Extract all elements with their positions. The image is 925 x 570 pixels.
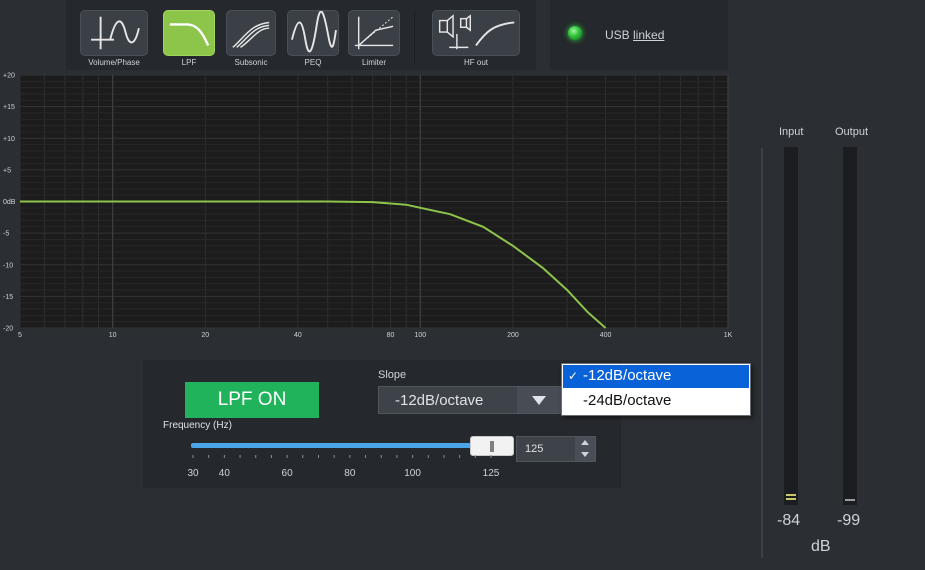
frequency-slider-handle[interactable] — [470, 436, 514, 456]
limiter-button[interactable] — [348, 10, 400, 56]
frequency-response-graph: +20 +15 +10 +5 0dB -5 -10 -15 -20 5 10 20 40 80 100 20… — [3, 73, 733, 340]
slope-dropdown-button[interactable] — [517, 387, 561, 413]
graph-y-axis: +20 +15 +10 +5 0dB -5 -10 -15 -20 — [3, 73, 16, 333]
y-tick-label: +20 — [3, 73, 15, 80]
slope-option-text: -12dB/octave — [583, 367, 672, 384]
lpf-curve-icon — [169, 23, 210, 46]
slider-tick-label: 30 — [187, 468, 199, 479]
lpf-button[interactable] — [163, 10, 215, 56]
y-tick-label: 0dB — [3, 199, 16, 206]
volume-phase-button[interactable] — [80, 10, 148, 56]
input-level-meter — [784, 147, 798, 505]
y-tick-label: +5 — [3, 167, 11, 174]
output-level-meter — [843, 147, 857, 505]
output-level-value: -99 — [837, 512, 861, 529]
grip-icon — [490, 441, 494, 452]
meter-divider — [761, 148, 763, 558]
y-tick-label: +15 — [3, 104, 15, 111]
input-level-indicator — [786, 498, 796, 500]
frequency-increment-button[interactable] — [575, 437, 595, 449]
slider-tick-label: 40 — [219, 468, 231, 479]
slider-tick-label: 125 — [483, 468, 500, 479]
output-meter-label: Output — [835, 126, 869, 138]
slider-tick-label: 60 — [282, 468, 294, 479]
slider-tick-label: 100 — [404, 468, 421, 479]
x-tick-label: 80 — [387, 332, 395, 339]
x-tick-label: 100 — [414, 332, 426, 339]
frequency-spinbox[interactable]: 125 — [516, 436, 596, 462]
slope-label: Slope — [378, 369, 407, 381]
slope-select-value: -12dB/octave — [395, 392, 484, 409]
arrow-up-icon — [581, 440, 589, 445]
frequency-decrement-button[interactable] — [575, 449, 595, 461]
usb-linked-link[interactable]: linked — [633, 28, 664, 42]
subsonic-curve-icon — [232, 21, 270, 48]
lpf-on-toggle[interactable]: LPF ON — [185, 382, 319, 418]
peq-label: PEQ — [304, 58, 322, 67]
usb-prefix: USB — [605, 28, 634, 42]
peq-curve-icon — [291, 11, 337, 53]
frequency-slider-scale: 30 40 60 80 100 125 — [187, 455, 500, 479]
output-level-indicator — [845, 499, 855, 501]
y-tick-label: -20 — [3, 326, 13, 333]
hf-out-icon — [438, 14, 515, 50]
limiter-label: Limiter — [361, 58, 386, 67]
toolbar-divider — [414, 12, 415, 64]
x-tick-label: 40 — [294, 332, 302, 339]
subsonic-label: Subsonic — [234, 58, 268, 67]
y-tick-label: -15 — [3, 294, 13, 301]
frequency-value: 125 — [525, 443, 544, 455]
x-tick-label: 400 — [600, 332, 612, 339]
slope-option-text: -24dB/octave — [583, 392, 672, 409]
slider-tick-label: 80 — [344, 468, 356, 479]
x-tick-label: 20 — [201, 332, 209, 339]
hf-out-button[interactable] — [432, 10, 520, 56]
input-level-value: -84 — [777, 512, 801, 529]
usb-status-text: USB linked — [605, 28, 664, 42]
usb-status-led — [568, 26, 582, 40]
chevron-down-icon — [532, 396, 546, 405]
subsonic-button[interactable] — [226, 10, 276, 56]
filter-toolbar: Volume/Phase LPF Subsonic PEQ Limiter HF… — [66, 0, 536, 70]
slope-option-12db[interactable]: ✓ -12dB/octave — [563, 365, 749, 388]
input-meter-label: Input — [779, 126, 804, 138]
volume-phase-label: Volume/Phase — [88, 58, 140, 67]
check-icon: ✓ — [568, 369, 579, 383]
limiter-curve-icon — [354, 16, 394, 50]
y-tick-label: -5 — [3, 231, 9, 238]
lpf-label: LPF — [181, 58, 197, 67]
x-tick-label: 200 — [507, 332, 519, 339]
arrow-down-icon — [581, 452, 589, 457]
hf-out-label: HF out — [463, 58, 488, 67]
frequency-slider-fill[interactable] — [191, 443, 491, 448]
peq-button[interactable] — [287, 10, 339, 56]
slope-select[interactable]: -12dB/octave — [378, 386, 562, 414]
frequency-label: Frequency (Hz) — [163, 420, 232, 431]
meter-unit-label: dB — [811, 538, 831, 555]
graph-x-axis: 5 10 20 40 80 100 200 400 1K — [18, 332, 733, 339]
slope-option-24db[interactable]: -24dB/octave — [563, 390, 749, 413]
volume-phase-icon — [91, 16, 140, 50]
x-tick-label: 5 — [18, 332, 22, 339]
x-tick-label: 1K — [724, 332, 733, 339]
y-tick-label: +10 — [3, 136, 15, 143]
y-tick-label: -10 — [3, 262, 13, 269]
input-level-indicator — [786, 494, 796, 496]
slope-dropdown-list: ✓ -12dB/octave -24dB/octave — [561, 363, 751, 416]
x-tick-label: 10 — [109, 332, 117, 339]
